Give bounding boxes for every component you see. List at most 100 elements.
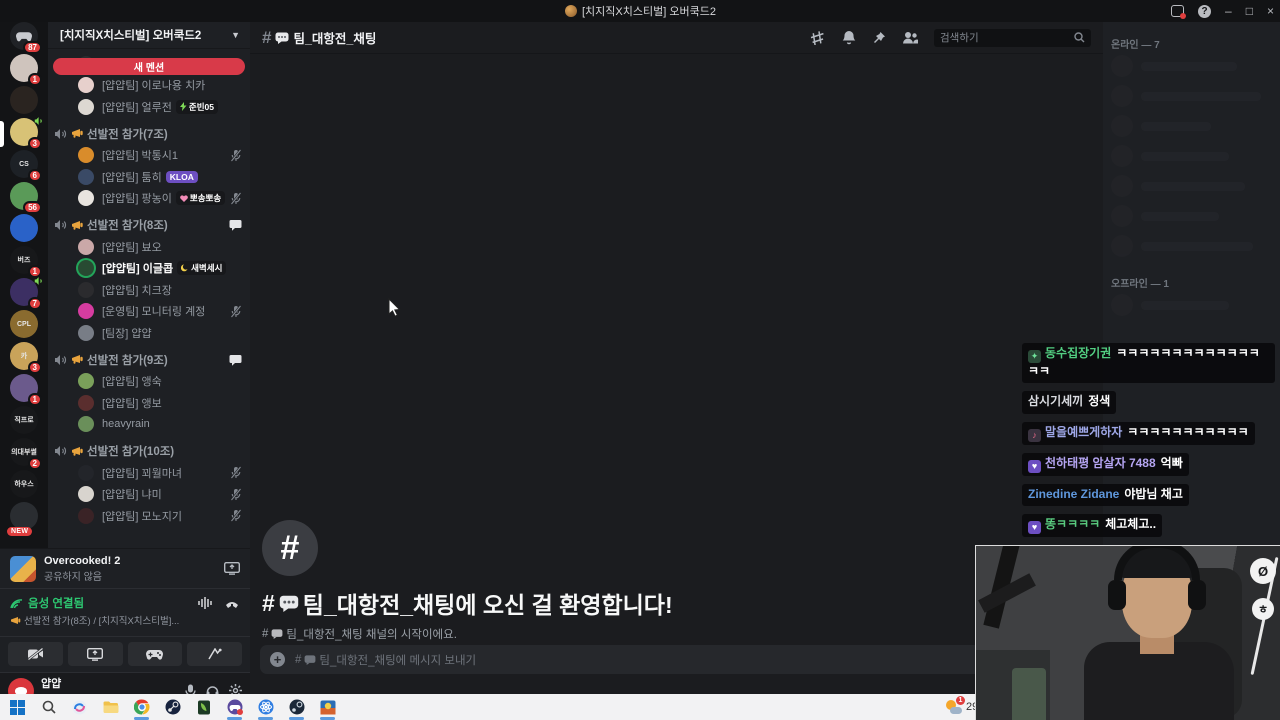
activity-title: Overcooked! 2: [44, 554, 121, 567]
voice-member-row[interactable]: [운영팀] 모니터링 계정: [48, 301, 250, 323]
rail-item-server-jikpro[interactable]: 직프로: [0, 406, 48, 438]
chat-bubble-icon[interactable]: [229, 219, 242, 231]
voice-member-row[interactable]: [얍얍팀] 박통시1: [48, 145, 250, 167]
voice-member-row[interactable]: [얍얍팀] 이로나용 치카: [48, 75, 250, 97]
activity-status: 공유하지 않음: [44, 571, 102, 583]
server-icon-server-new[interactable]: [10, 502, 38, 530]
taskbar-app-copilot[interactable]: [70, 698, 89, 717]
rail-item-server-droplet[interactable]: [0, 214, 48, 246]
new-mention-pill[interactable]: 새 멘션: [53, 58, 245, 75]
minimize-button[interactable]: –: [1225, 5, 1232, 17]
rail-item-dm-avatar[interactable]: 1: [0, 54, 48, 86]
notifications-bell-icon[interactable]: [842, 30, 856, 45]
channel-name: 팀_대항전_채팅: [293, 32, 377, 46]
member-list-row[interactable]: [1111, 290, 1272, 320]
voice-member-row[interactable]: [얍얍팀] 모노지기: [48, 505, 250, 527]
member-name: [얍얍팀] 냐미: [102, 489, 162, 502]
search-input[interactable]: 검색하기: [934, 28, 1091, 47]
screen-share-icon[interactable]: [224, 562, 240, 575]
server-header[interactable]: [치지직X치스티벌] 오버쿡드2 ▼: [48, 22, 250, 49]
taskbar-app-explorer[interactable]: [101, 698, 120, 717]
rail-item-server-field[interactable]: 56: [0, 182, 48, 214]
help-icon[interactable]: ?: [1198, 4, 1212, 18]
camera-off-button[interactable]: [8, 642, 63, 666]
voice-member-row[interactable]: heavyrain: [48, 414, 250, 436]
taskbar-app-start[interactable]: [8, 698, 27, 717]
voice-member-row[interactable]: [얍얍팀] 팡농이 뽀송뽀송: [48, 188, 250, 210]
server-icon-server-cpl[interactable]: CPL: [10, 310, 38, 338]
megaphone-icon: [71, 220, 84, 231]
voice-member-row[interactable]: [얍얍팀] 툼히 KLOA: [48, 166, 250, 188]
rail-item-server-flower[interactable]: 3: [0, 117, 48, 150]
soundboard-button[interactable]: [187, 642, 242, 666]
threads-icon[interactable]: [810, 30, 826, 45]
rail-item-server-new[interactable]: NEW: [0, 502, 48, 536]
taskbar-app-chrome[interactable]: [132, 698, 151, 720]
voice-bars-icon[interactable]: [198, 597, 212, 609]
voice-channel-detail[interactable]: 선발전 참가(8조) / [치지직X치스티벌]...: [10, 613, 240, 627]
voice-member-row[interactable]: [얍얍팀] 치크장: [48, 279, 250, 301]
rail-item-server-photo[interactable]: 1: [0, 374, 48, 406]
voice-channel-row[interactable]: 선발전 참가(7조): [48, 123, 250, 145]
voice-channel-name: 선발전 참가(8조): [87, 220, 168, 232]
close-button[interactable]: ×: [1267, 5, 1274, 17]
member-list-row[interactable]: [1111, 51, 1272, 81]
member-list-row[interactable]: [1111, 171, 1272, 201]
server-icon-server-house[interactable]: 하우스: [10, 470, 38, 498]
taskbar-app-notebook[interactable]: [194, 698, 213, 717]
member-list-row[interactable]: [1111, 231, 1272, 261]
voice-channel-row[interactable]: 선발전 참가(9조): [48, 349, 250, 371]
overlay-chat-text: 억빠: [1160, 455, 1183, 470]
rail-item-server-cpl[interactable]: CPL: [0, 310, 48, 342]
search-icon: [1074, 32, 1085, 43]
voice-member-row[interactable]: [얍얍팀] 냐미: [48, 484, 250, 506]
rail-item-server-cs[interactable]: CS 6: [0, 150, 48, 182]
member-list-row[interactable]: [1111, 201, 1272, 231]
taskbar-app-steam-2[interactable]: [287, 698, 306, 720]
voice-member-row[interactable]: [얍얍팀] 꾀월마녀: [48, 462, 250, 484]
taskbar-app-steam[interactable]: [163, 698, 182, 717]
member-list-row[interactable]: [1111, 111, 1272, 141]
chat-bubble-icon[interactable]: [229, 354, 242, 366]
voice-member-row[interactable]: [얍얍팀] 얼루전 준빈05: [48, 96, 250, 118]
unread-badge: 6: [27, 169, 42, 182]
taskbar-app-overcooked[interactable]: [318, 698, 337, 720]
voice-member-row[interactable]: [얍얍팀] 앵숙: [48, 371, 250, 393]
taskbar-weather[interactable]: 1 29: [946, 694, 978, 720]
attach-plus-icon[interactable]: +: [270, 652, 285, 667]
voice-member-row[interactable]: [얍얍팀] 뵤오: [48, 236, 250, 258]
member-list-row[interactable]: [1111, 141, 1272, 171]
inbox-icon[interactable]: [1171, 5, 1187, 19]
voice-channel-row[interactable]: 선발전 참가(10조): [48, 440, 250, 462]
activities-button[interactable]: [127, 642, 183, 666]
server-icon-server-droplet[interactable]: [10, 214, 38, 242]
message-composer[interactable]: + # 팀_대항전_채팅에 메시지 보내기: [260, 645, 1090, 674]
voice-channel-row[interactable]: 선발전 참가(8조): [48, 214, 250, 236]
voice-member-row[interactable]: [팀장] 얍얍: [48, 322, 250, 344]
unread-badge: 7: [27, 297, 42, 310]
disconnect-call-icon[interactable]: [224, 597, 240, 609]
overlay-chat-username: 말을예쁘게하자: [1045, 424, 1123, 439]
rail-item-server-ka[interactable]: 카3: [0, 342, 48, 374]
taskbar-app-atom-app[interactable]: [256, 698, 275, 720]
rail-item-server-purple[interactable]: 7: [0, 277, 48, 310]
rail-item-server-buzz[interactable]: 버즈 1: [0, 246, 48, 278]
screen-share-button[interactable]: [67, 642, 123, 666]
rail-item-server-treasure[interactable]: [0, 86, 48, 118]
member-list-row[interactable]: [1111, 81, 1272, 111]
rail-item-home-discord[interactable]: 87: [0, 22, 48, 54]
mic-muted-icon: [230, 509, 242, 523]
voice-member-row[interactable]: [얍얍팀] 앵보: [48, 392, 250, 414]
taskbar-app-gamehub[interactable]: [225, 698, 244, 720]
maximize-button[interactable]: □: [1246, 5, 1253, 17]
pin-icon[interactable]: [872, 31, 886, 45]
overlay-chat-text: ㅋㅋㅋㅋㅋㅋㅋㅋㅋㅋㅋ: [1127, 424, 1249, 439]
rail-item-server-uidae[interactable]: 의대부썰 2: [0, 438, 48, 470]
overlay-chat-line: ✦ 동수집장기권 ㅋㅋㅋㅋㅋㅋㅋㅋㅋㅋㅋㅋㅋㅋㅋ: [1022, 343, 1278, 391]
voice-member-row[interactable]: [얍얍팀] 이글콥 새벽세시: [48, 258, 250, 280]
member-list-icon[interactable]: [902, 31, 918, 44]
taskbar-app-search[interactable]: [39, 698, 58, 717]
server-icon-server-jikpro[interactable]: 직프로: [10, 406, 38, 434]
rail-item-server-house[interactable]: 하우스: [0, 470, 48, 502]
server-icon-server-treasure[interactable]: [10, 86, 38, 114]
